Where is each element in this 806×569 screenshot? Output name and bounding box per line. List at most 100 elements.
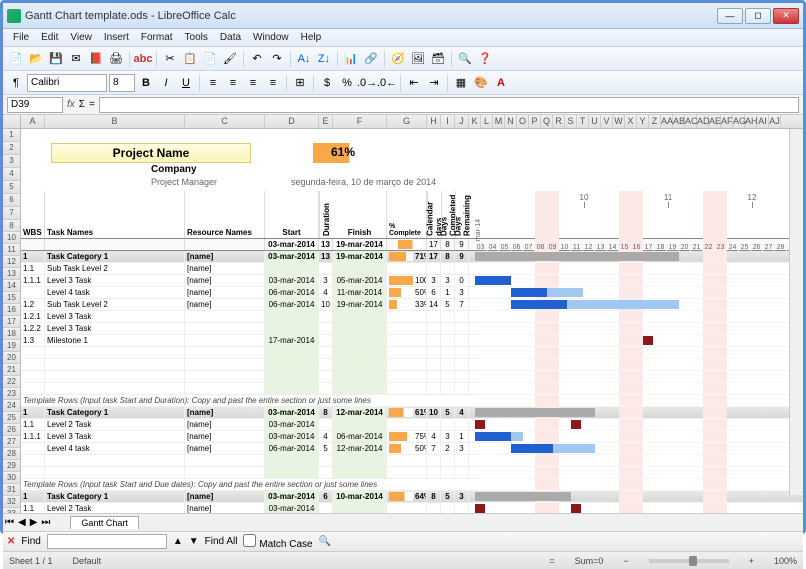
col-header-Y[interactable]: Y (637, 115, 649, 128)
underline-icon[interactable]: U (177, 74, 195, 92)
email-icon[interactable]: ✉ (67, 50, 85, 68)
row-header-23[interactable]: 23 (3, 388, 21, 400)
save-icon[interactable]: 💾 (47, 50, 65, 68)
row-header-17[interactable]: 17 (3, 316, 21, 328)
col-header-F[interactable]: F (333, 115, 387, 128)
sheet-tab-gantt[interactable]: Gantt Chart (70, 516, 139, 529)
sort-asc-icon[interactable]: A↓ (295, 50, 313, 68)
menu-help[interactable]: Help (295, 32, 328, 43)
row-header-21[interactable]: 21 (3, 364, 21, 376)
menu-insert[interactable]: Insert (98, 32, 135, 43)
zoom-icon[interactable]: 🔍 (456, 50, 474, 68)
indent-inc-icon[interactable]: ⇥ (425, 74, 443, 92)
col-header-V[interactable]: V (601, 115, 613, 128)
row-header-14[interactable]: 14 (3, 280, 21, 292)
col-header-K[interactable]: K (469, 115, 481, 128)
spreadsheet-grid[interactable]: ABCDEFGHIJKLMNOPQRSTUVWXYZAAABACADAEAFAG… (3, 115, 803, 513)
select-all-corner[interactable] (3, 115, 21, 128)
equals-icon[interactable]: = (89, 99, 95, 110)
hyperlink-icon[interactable]: 🔗 (362, 50, 380, 68)
undo-icon[interactable]: ↶ (248, 50, 266, 68)
chart-icon[interactable]: 📊 (342, 50, 360, 68)
row-header-2[interactable]: 2 (3, 142, 21, 155)
col-header-N[interactable]: N (505, 115, 517, 128)
row-header-6[interactable]: 6 (3, 194, 21, 207)
find-prev-icon[interactable]: ▲ (173, 536, 183, 547)
col-header-AA[interactable]: AA (661, 115, 673, 128)
col-header-T[interactable]: T (577, 115, 589, 128)
menu-view[interactable]: View (64, 32, 98, 43)
row-header-19[interactable]: 19 (3, 340, 21, 352)
cut-icon[interactable]: ✂ (161, 50, 179, 68)
decimal-del-icon[interactable]: .0← (378, 74, 396, 92)
col-header-AE[interactable]: AE (709, 115, 721, 128)
row-header-7[interactable]: 7 (3, 207, 21, 220)
col-header-D[interactable]: D (265, 115, 319, 128)
format-paint-icon[interactable]: 🖌 (221, 50, 239, 68)
col-header-G[interactable]: G (387, 115, 427, 128)
italic-icon[interactable]: I (157, 74, 175, 92)
zoom-in-icon[interactable]: + (749, 556, 754, 566)
print-icon[interactable]: 🖨 (107, 50, 125, 68)
row-header-25[interactable]: 25 (3, 412, 21, 424)
borders-icon[interactable]: ▦ (452, 74, 470, 92)
indent-dec-icon[interactable]: ⇤ (405, 74, 423, 92)
col-header-R[interactable]: R (553, 115, 565, 128)
zoom-slider[interactable] (649, 559, 729, 563)
match-case-checkbox[interactable]: Match Case (243, 534, 312, 550)
find-input[interactable] (47, 534, 167, 549)
row-header-28[interactable]: 28 (3, 448, 21, 460)
col-header-W[interactable]: W (613, 115, 625, 128)
col-header-S[interactable]: S (565, 115, 577, 128)
menu-window[interactable]: Window (247, 32, 295, 43)
bgcolor-icon[interactable]: 🎨 (472, 74, 490, 92)
navigator-icon[interactable]: 🧭 (389, 50, 407, 68)
align-center-icon[interactable]: ≡ (224, 74, 242, 92)
col-header-A[interactable]: A (21, 115, 45, 128)
sort-desc-icon[interactable]: Z↓ (315, 50, 333, 68)
fx-icon[interactable]: fx (67, 99, 75, 110)
col-header-AB[interactable]: AB (673, 115, 685, 128)
open-icon[interactable]: 📂 (27, 50, 45, 68)
row-header-8[interactable]: 8 (3, 220, 21, 232)
decimal-add-icon[interactable]: .0→ (358, 74, 376, 92)
align-right-icon[interactable]: ≡ (244, 74, 262, 92)
col-header-AG[interactable]: AG (733, 115, 745, 128)
project-name[interactable]: Project Name (51, 143, 251, 163)
row-header-20[interactable]: 20 (3, 352, 21, 364)
currency-icon[interactable]: $ (318, 74, 336, 92)
col-header-I[interactable]: I (441, 115, 455, 128)
sum-icon[interactable]: Σ (79, 99, 85, 110)
menu-edit[interactable]: Edit (35, 32, 64, 43)
project-pct[interactable]: 61% (313, 143, 373, 163)
merge-cells-icon[interactable]: ⊞ (291, 74, 309, 92)
fontcolor-icon[interactable]: A (492, 74, 510, 92)
vertical-scrollbar[interactable] (789, 129, 803, 495)
minimize-button[interactable]: — (717, 8, 743, 24)
menu-data[interactable]: Data (214, 32, 247, 43)
row-header-15[interactable]: 15 (3, 292, 21, 304)
find-all-button[interactable]: Find All (205, 536, 238, 547)
row-header-27[interactable]: 27 (3, 436, 21, 448)
row-header-26[interactable]: 26 (3, 424, 21, 436)
styles-icon[interactable]: ¶ (7, 74, 25, 92)
col-header-AF[interactable]: AF (721, 115, 733, 128)
row-header-33[interactable]: 33 (3, 508, 21, 513)
new-icon[interactable]: 📄 (7, 50, 25, 68)
align-justify-icon[interactable]: ≡ (264, 74, 282, 92)
find-options-icon[interactable]: 🔍 (319, 536, 331, 547)
maximize-button[interactable]: ◻ (745, 8, 771, 24)
menu-format[interactable]: Format (135, 32, 179, 43)
col-header-J[interactable]: J (455, 115, 469, 128)
row-header-16[interactable]: 16 (3, 304, 21, 316)
name-box[interactable] (7, 97, 63, 113)
row-header-31[interactable]: 31 (3, 484, 21, 496)
paste-icon[interactable]: 📄 (201, 50, 219, 68)
datasource-icon[interactable]: 🗃 (429, 50, 447, 68)
close-button[interactable]: ✕ (773, 8, 799, 24)
font-name-select[interactable]: Calibri (27, 74, 107, 92)
tab-last-icon[interactable]: ⏭ (39, 517, 52, 528)
col-header-AH[interactable]: AH (745, 115, 757, 128)
row-header-1[interactable]: 1 (3, 129, 21, 142)
row-header-10[interactable]: 10 (3, 232, 21, 244)
